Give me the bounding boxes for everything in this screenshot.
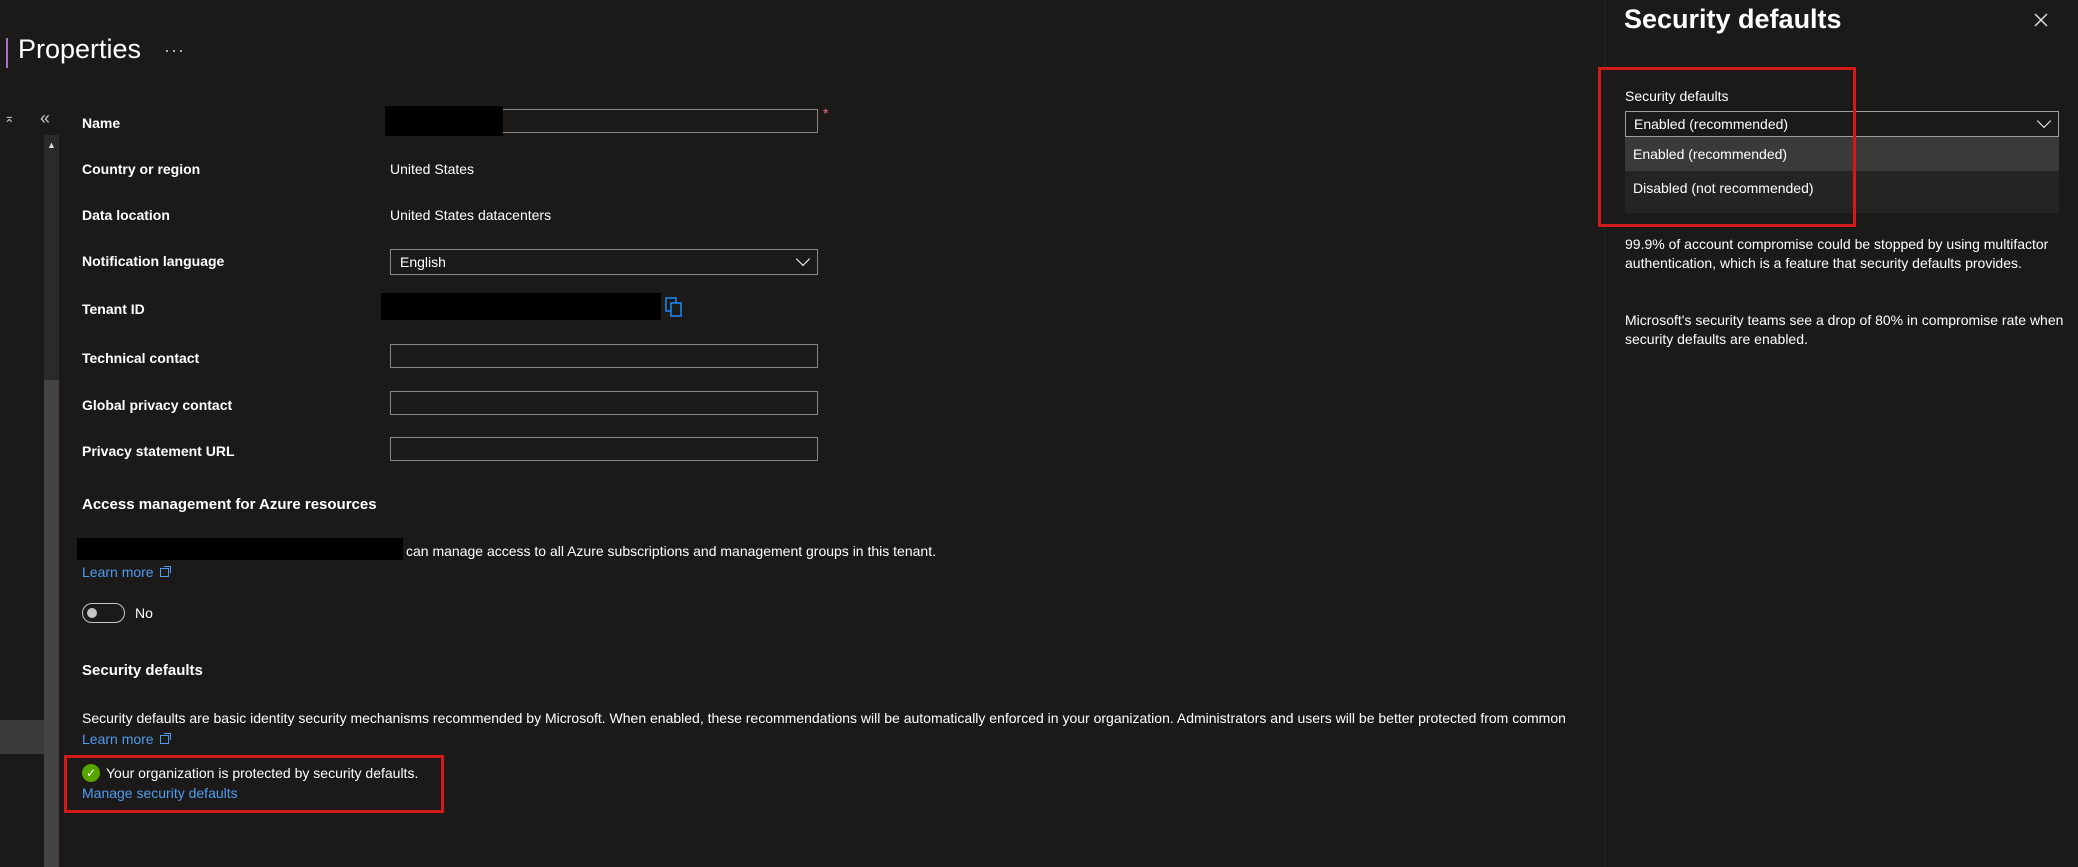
notification-language-select[interactable]: English bbox=[390, 249, 818, 275]
security-defaults-description: Security defaults are basic identity sec… bbox=[82, 710, 1566, 726]
collapse-sidebar-icon[interactable]: « bbox=[40, 108, 50, 129]
copy-icon[interactable] bbox=[665, 297, 683, 317]
global-privacy-contact-input[interactable] bbox=[390, 391, 818, 415]
redacted-name-value bbox=[385, 106, 503, 136]
panel-paragraph-2: Microsoft's security teams see a drop of… bbox=[1625, 312, 2064, 347]
tenant-id-label: Tenant ID bbox=[82, 301, 145, 317]
title-accent-bar bbox=[6, 38, 8, 68]
name-label: Name bbox=[82, 115, 121, 131]
security-defaults-heading: Security defaults bbox=[82, 662, 203, 679]
security-learn-more-link[interactable]: Learn more bbox=[82, 731, 171, 747]
more-options-button[interactable]: ··· bbox=[164, 40, 185, 61]
data-location-label: Data location bbox=[82, 207, 170, 223]
access-learn-more-link[interactable]: Learn more bbox=[82, 564, 171, 580]
data-location-value: United States datacenters bbox=[390, 207, 552, 223]
access-management-toggle[interactable] bbox=[82, 603, 125, 623]
privacy-statement-url-label: Privacy statement URL bbox=[82, 443, 235, 459]
toggle-knob bbox=[87, 608, 97, 618]
redacted-admin-name bbox=[77, 538, 403, 560]
global-privacy-contact-label: Global privacy contact bbox=[82, 397, 233, 413]
required-marker: * bbox=[823, 105, 829, 121]
country-label: Country or region bbox=[82, 161, 201, 177]
security-learn-more-label: Learn more bbox=[82, 731, 154, 747]
panel-title: Security defaults bbox=[1624, 4, 1842, 34]
external-link-icon bbox=[159, 566, 171, 577]
panel-paragraph-1: 99.9% of account compromise could be sto… bbox=[1625, 236, 2049, 271]
close-icon[interactable] bbox=[2030, 9, 2052, 31]
page-title: Properties bbox=[18, 34, 142, 64]
chevron-down-icon bbox=[2036, 113, 2052, 129]
access-learn-more-label: Learn more bbox=[82, 564, 154, 580]
external-link-icon bbox=[159, 733, 171, 744]
manage-security-defaults-link[interactable]: Manage security defaults bbox=[82, 785, 238, 801]
highlight-box-dropdown bbox=[1598, 67, 1856, 227]
redacted-tenant-id bbox=[381, 293, 661, 320]
sort-icon[interactable]: ⌅ bbox=[4, 110, 15, 126]
security-status: ✓ Your organization is protected by secu… bbox=[82, 764, 418, 782]
privacy-statement-url-input[interactable] bbox=[390, 437, 818, 461]
access-management-heading: Access management for Azure resources bbox=[82, 496, 377, 513]
nav-item-selected[interactable] bbox=[0, 720, 44, 754]
toggle-state-label: No bbox=[135, 605, 153, 621]
technical-contact-label: Technical contact bbox=[82, 350, 200, 366]
country-value: United States bbox=[390, 161, 475, 177]
access-management-description: can manage access to all Azure subscript… bbox=[406, 543, 936, 559]
success-check-icon: ✓ bbox=[82, 764, 100, 782]
technical-contact-input[interactable] bbox=[390, 344, 818, 368]
left-nav-rail bbox=[0, 135, 44, 867]
notification-language-label: Notification language bbox=[82, 253, 225, 269]
scrollbar-thumb[interactable] bbox=[44, 380, 59, 867]
scroll-up-arrow-icon[interactable]: ▲ bbox=[44, 138, 59, 152]
security-status-text: Your organization is protected by securi… bbox=[106, 765, 419, 781]
chevron-down-icon bbox=[795, 251, 811, 267]
notification-language-value: English bbox=[400, 254, 446, 270]
